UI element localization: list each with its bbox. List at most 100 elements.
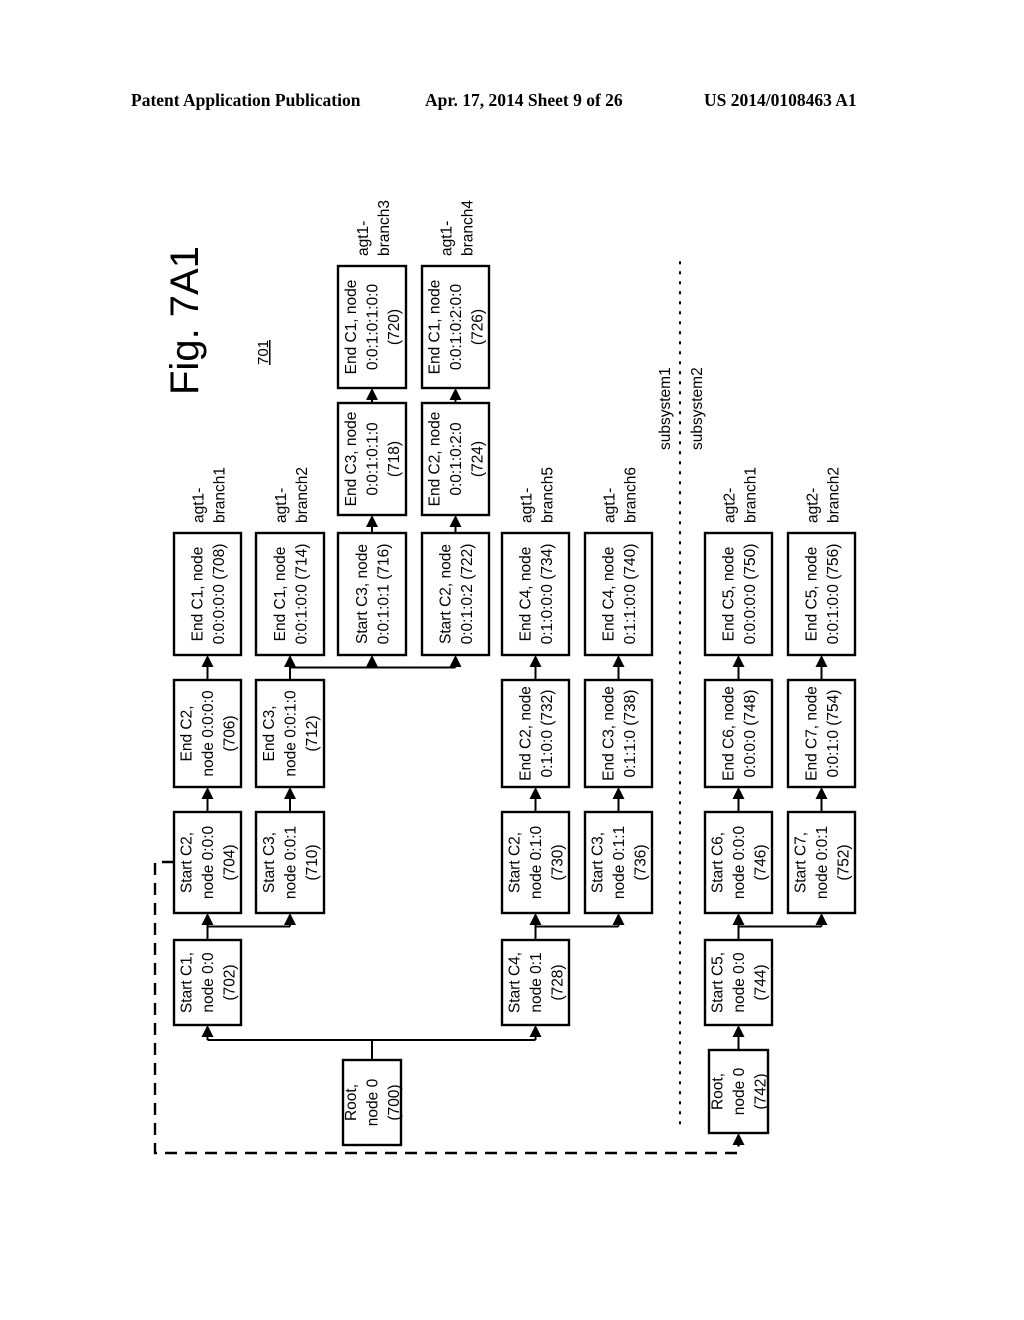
branch-label-line: agt1- <box>191 488 208 523</box>
node-720: End C1, node 0:0:1:0:1:0:0 (720) <box>336 264 408 390</box>
branch-label: agt1- branch2 <box>273 467 311 523</box>
node-label-line: 0:0:1:0:1:0:0 <box>365 284 382 371</box>
node-730: Start C2, node 0:1:0 (730) <box>500 810 571 915</box>
node-label-line: (726) <box>470 309 487 345</box>
node-label-line: 0:0:0:0:0 (708) <box>211 544 228 645</box>
branch-label-line: branch6 <box>623 467 640 523</box>
subsystem2-label: subsystem2 <box>689 367 706 450</box>
node-label-line: node 0 <box>731 1067 748 1115</box>
node-706: End C2, node 0:0:0:0 (706) <box>172 678 243 789</box>
node-label-line: Start C3, node <box>354 544 371 644</box>
arrowhead-icon <box>366 655 378 667</box>
node-748: End C6, node 0:0:0:0 (748) <box>703 678 774 789</box>
node-label-line: 0:1:0:0 (732) <box>539 690 556 778</box>
node-752: Start C7, node 0:0:1 (752) <box>786 810 857 915</box>
arrowhead-icon <box>529 655 542 667</box>
branch-label: agt1- branch5 <box>519 467 557 523</box>
node-label-line: node 0:0:1 <box>283 826 300 899</box>
node-label: Root, node 0 (700) <box>343 1078 403 1126</box>
node-label-line: Start C2, <box>179 832 196 893</box>
node-742: Root, node 0 (742) <box>707 1048 770 1135</box>
node-label-line: 0:0:1:0 (754) <box>825 690 842 778</box>
arrowhead-icon <box>529 1025 542 1037</box>
arrowhead-icon <box>815 913 828 925</box>
node-label-line: Start C7, <box>793 832 810 893</box>
node-label-line: End C4, node <box>517 547 534 642</box>
node-label-line: 0:1:1:0 (738) <box>622 690 639 778</box>
node-label-line: End C5, node <box>720 547 737 642</box>
node-718: End C3, node 0:0:1:0:1:0 (718) <box>336 401 408 517</box>
node-label-line: End C3, node <box>600 686 617 781</box>
node-label-line: (736) <box>633 844 650 880</box>
figure-title: Fig. 7A1 <box>163 246 207 395</box>
branch-label: agt2- branch1 <box>722 467 760 523</box>
arrowhead-icon <box>201 655 214 667</box>
node-712: End C3, node 0:0:1:0 (712) <box>254 678 326 789</box>
node-label-line: node 0:0:0 <box>731 825 748 899</box>
arrowhead-icon <box>732 913 745 925</box>
node-708: End C1, node 0:0:0:0:0 (708) <box>172 531 243 657</box>
branch-label-line: agt1- <box>355 221 372 256</box>
node-label-line: 0:1:0:0:0 (734) <box>539 544 556 645</box>
node-label-line: Start C6, <box>710 832 727 893</box>
arrowhead-icon <box>449 515 462 527</box>
node-label-line: (752) <box>836 844 853 880</box>
branch-label-line: branch5 <box>540 467 557 523</box>
node-label-line: 0:0:0:0:0 (750) <box>742 544 759 645</box>
branch-label-line: branch1 <box>743 467 760 523</box>
arrowhead-icon <box>201 1025 214 1037</box>
node-label-line: (730) <box>550 844 567 880</box>
node-box <box>583 531 654 657</box>
node-label-line: (744) <box>753 964 770 1000</box>
node-label-line: 0:0:1:0:0 (756) <box>825 544 842 645</box>
node-label-line: (702) <box>222 964 239 1000</box>
node-label-line: (724) <box>470 441 487 477</box>
node-label-line: (700) <box>386 1084 403 1120</box>
branch-label-line: branch4 <box>460 200 477 256</box>
tree-diagram: Root, node 0 (700)Start C1, node 0:0 (702)St… <box>153 200 857 1155</box>
node-label-line: node 0:0 <box>731 952 748 1013</box>
branch-label: agt1- branch6 <box>602 467 640 523</box>
branch-label-line: branch3 <box>376 200 393 256</box>
node-box <box>420 531 491 657</box>
node-label-line: (728) <box>550 964 567 1000</box>
arrowhead-icon <box>529 787 542 799</box>
node-738: End C3, node 0:1:1:0 (738) <box>583 678 654 789</box>
node-box <box>703 678 774 789</box>
branch-label: agt1- branch4 <box>439 200 477 256</box>
node-740: End C4, node 0:1:1:0:0 (740) <box>583 531 654 657</box>
node-label-line: End C1, node <box>343 280 360 375</box>
node-728: Start C4, node 0:1 (728) <box>500 938 571 1027</box>
node-744: Start C5, node 0:0 (744) <box>703 938 774 1027</box>
node-label-line: (704) <box>222 844 239 880</box>
arrowhead-icon <box>732 787 745 799</box>
arrowhead-icon <box>815 787 828 799</box>
node-label-line: (742) <box>753 1073 770 1109</box>
annotations: Fig. 7A1 701 subsystem1 subsystem2 agt1-… <box>163 200 843 523</box>
branch-label-line: agt2- <box>722 488 739 523</box>
node-label-line: (706) <box>222 715 239 751</box>
node-label-line: node 0:0:1:0 <box>283 690 300 777</box>
arrowhead-icon <box>449 388 462 400</box>
node-714: End C1, node 0:0:1:0:0 (714) <box>254 531 326 657</box>
branch-label-line: agt2- <box>805 488 822 523</box>
node-label-line: (720) <box>386 309 403 345</box>
node-label-line: 0:0:0:0 (748) <box>742 690 759 778</box>
node-label-line: (746) <box>753 844 770 880</box>
node-label-line: node 0:0:0:0 <box>200 690 217 777</box>
arrowhead-icon <box>612 655 625 667</box>
node-label-line: End C3, node <box>343 412 360 507</box>
node-box <box>500 678 571 789</box>
arrowhead-icon <box>612 787 625 799</box>
node-label-line: Start C4, <box>507 952 524 1013</box>
node-label-line: End C2, node <box>427 412 444 507</box>
node-box <box>500 531 571 657</box>
node-box <box>254 531 326 657</box>
node-label-line: End C7, node <box>803 686 820 781</box>
node-726: End C1, node 0:0:1:0:2:0:0 (726) <box>420 264 491 390</box>
node-label-line: Root, <box>343 1084 360 1121</box>
node-boxes: Root, node 0 (700)Start C1, node 0:0 (702)St… <box>172 264 857 1147</box>
branch-label-line: branch2 <box>294 467 311 523</box>
node-702: Start C1, node 0:0 (702) <box>172 938 243 1027</box>
node-label-line: 0:0:1:0:2:0:0 <box>448 284 465 371</box>
